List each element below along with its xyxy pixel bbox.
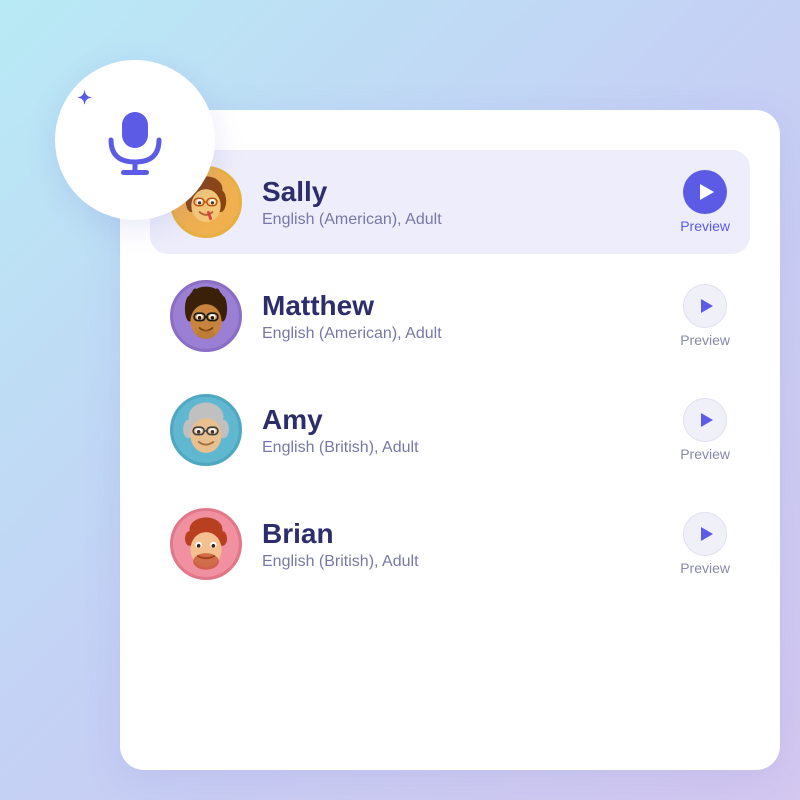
play-icon-amy [701, 413, 713, 427]
voice-desc-matthew: English (American), Adult [262, 325, 680, 343]
preview-label-brian: Preview [680, 560, 730, 576]
voice-name-matthew: Matthew [262, 289, 680, 323]
voice-item-brian[interactable]: Brian English (British), Adult Preview [150, 492, 750, 596]
preview-label-matthew: Preview [680, 332, 730, 348]
voice-info-brian: Brian English (British), Adult [262, 517, 680, 572]
play-icon-matthew [701, 299, 713, 313]
voice-desc-sally: English (American), Adult [262, 211, 680, 229]
voice-list: Sally English (American), Adult Preview [150, 150, 750, 596]
play-icon-sally [700, 184, 714, 200]
preview-button-brian[interactable]: Preview [680, 512, 730, 576]
voice-item-matthew[interactable]: Matthew English (American), Adult Previe… [150, 264, 750, 368]
preview-button-amy[interactable]: Preview [680, 398, 730, 462]
preview-button-sally[interactable]: Preview [680, 170, 730, 234]
voice-name-sally: Sally [262, 175, 680, 209]
voice-info-sally: Sally English (American), Adult [262, 175, 680, 230]
preview-label-amy: Preview [680, 446, 730, 462]
voice-desc-brian: English (British), Adult [262, 553, 680, 571]
avatar-amy [170, 394, 242, 466]
app-container: ✦ [0, 0, 800, 800]
mic-circle: ✦ [55, 60, 215, 220]
play-circle-brian [683, 512, 727, 556]
voice-info-matthew: Matthew English (American), Adult [262, 289, 680, 344]
mic-icon: ✦ [95, 100, 175, 180]
preview-label-sally: Preview [680, 218, 730, 234]
avatar-brian [170, 508, 242, 580]
voice-info-amy: Amy English (British), Adult [262, 403, 680, 458]
play-icon-brian [701, 527, 713, 541]
card-panel: Sally English (American), Adult Preview [120, 110, 780, 770]
avatar-matthew [170, 280, 242, 352]
play-circle-amy [683, 398, 727, 442]
preview-button-matthew[interactable]: Preview [680, 284, 730, 348]
voice-item-amy[interactable]: Amy English (British), Adult Preview [150, 378, 750, 482]
voice-item-sally[interactable]: Sally English (American), Adult Preview [150, 150, 750, 254]
play-circle-sally [683, 170, 727, 214]
play-circle-matthew [683, 284, 727, 328]
voice-name-brian: Brian [262, 517, 680, 551]
voice-desc-amy: English (British), Adult [262, 439, 680, 457]
microphone-svg [95, 100, 175, 180]
sparkle-icon: ✦ [77, 88, 92, 109]
voice-name-amy: Amy [262, 403, 680, 437]
